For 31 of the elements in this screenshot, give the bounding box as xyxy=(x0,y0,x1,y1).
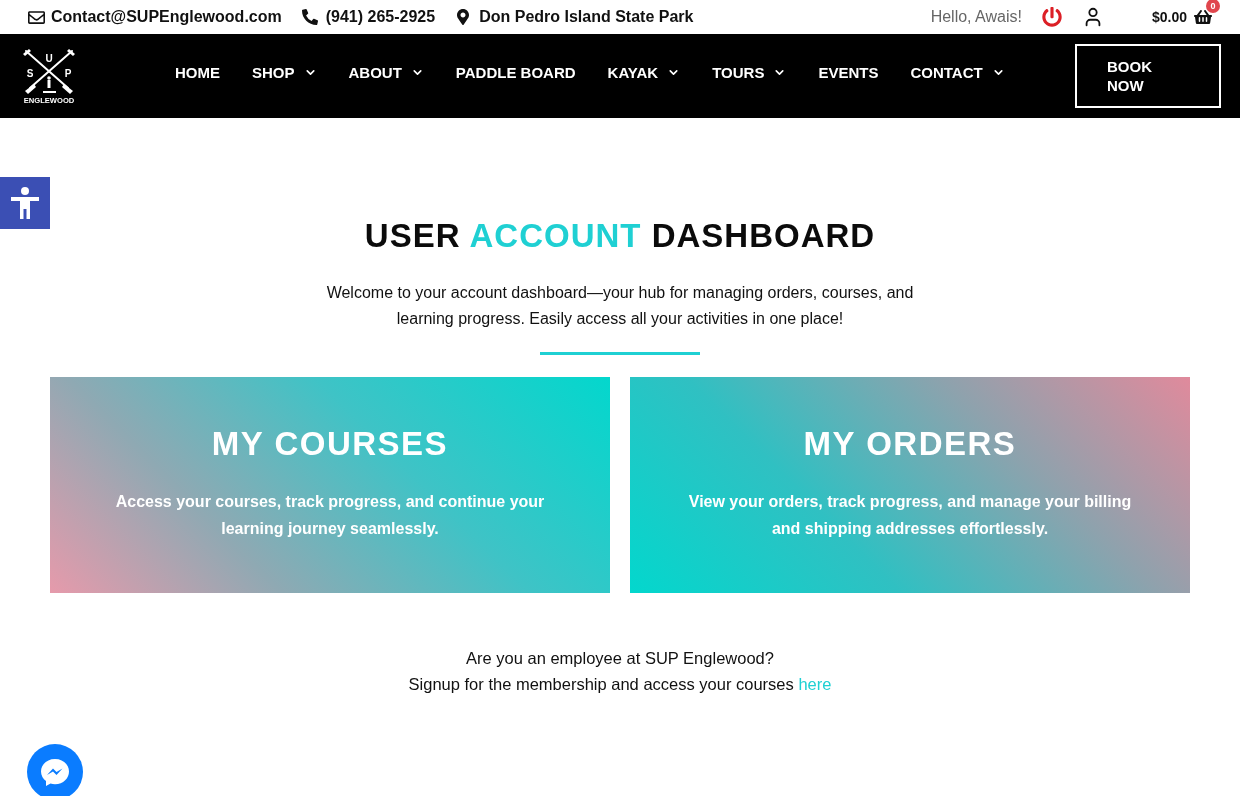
email-link[interactable]: Contact@SUPEnglewood.com xyxy=(51,8,282,26)
nav-item[interactable]: CONTACT xyxy=(910,63,1005,81)
nav-item[interactable]: HOME xyxy=(175,63,220,81)
nav-item[interactable]: TOURS xyxy=(712,63,787,81)
location-pin-icon xyxy=(455,9,472,25)
nav-item[interactable]: EVENTS xyxy=(818,63,879,81)
card-description: Access your courses, track progress, and continue your learning journey seamlessly. xyxy=(114,492,546,539)
power-icon[interactable] xyxy=(1041,7,1062,27)
location-link[interactable]: Don Pedro Island State Park xyxy=(479,8,694,26)
cart-total: $0.00 xyxy=(1151,9,1187,25)
mail-icon xyxy=(28,8,45,26)
accessibility-person-icon xyxy=(10,186,40,220)
phone-link[interactable]: (941) 265-2925 xyxy=(325,8,436,26)
nav-item[interactable]: PADDLE BOARD xyxy=(455,63,576,81)
greeting-text: Hello, Awais! xyxy=(930,8,1022,26)
book-now-button[interactable]: BOOK NOW xyxy=(1075,44,1221,108)
card-description: View your orders, track progress, and manage your billing and shipping addresses effortlessly. xyxy=(687,492,1133,539)
page-title: USER ACCOUNT DASHBOARD xyxy=(364,216,876,256)
nav-item[interactable]: SHOP xyxy=(252,63,317,81)
basket-icon[interactable] xyxy=(1194,8,1212,26)
card-title: MY ORDERS xyxy=(803,424,1017,464)
employee-question: Are you an employee at SUP Englewood? xyxy=(466,648,774,669)
messenger-chat-button[interactable] xyxy=(27,744,83,796)
nav-item[interactable]: KAYAK xyxy=(607,63,681,81)
nav-item[interactable]: ABOUT xyxy=(348,63,424,81)
signup-note: Signup for the membership and access your courses here xyxy=(408,674,832,695)
phone-icon xyxy=(301,9,318,25)
card-title: MY COURSES xyxy=(211,424,449,464)
accessibility-button[interactable] xyxy=(0,177,50,229)
cart-count-badge: 0 xyxy=(1206,0,1220,13)
intro-text: Welcome to your account dashboard—your hub for managing orders, courses, and learning progress. Easily access all your activities in one place! xyxy=(325,283,915,329)
